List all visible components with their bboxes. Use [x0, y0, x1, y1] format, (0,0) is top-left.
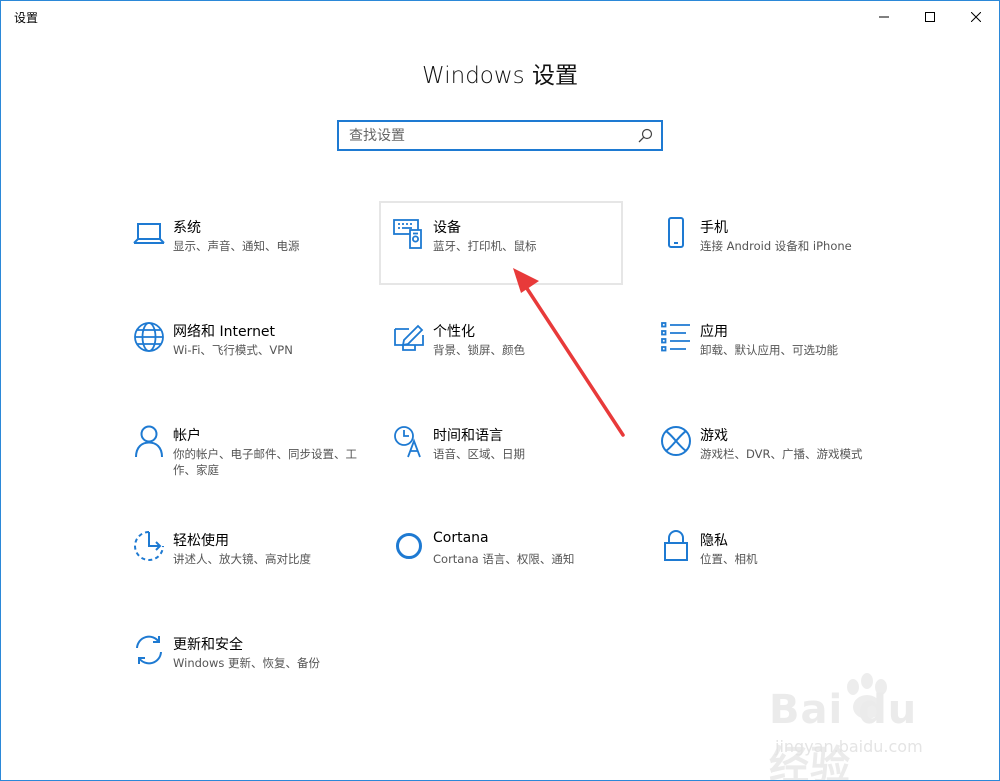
baidu-watermark: Bai du 经验 jingyan.baidu.com — [769, 673, 959, 780]
watermark-text: Bai du 经验 — [769, 687, 918, 781]
watermark-url: jingyan.baidu.com — [775, 737, 923, 756]
annotation-arrow — [513, 268, 625, 437]
settings-window: 设置 Windows 设置 系统 — [0, 0, 1000, 781]
